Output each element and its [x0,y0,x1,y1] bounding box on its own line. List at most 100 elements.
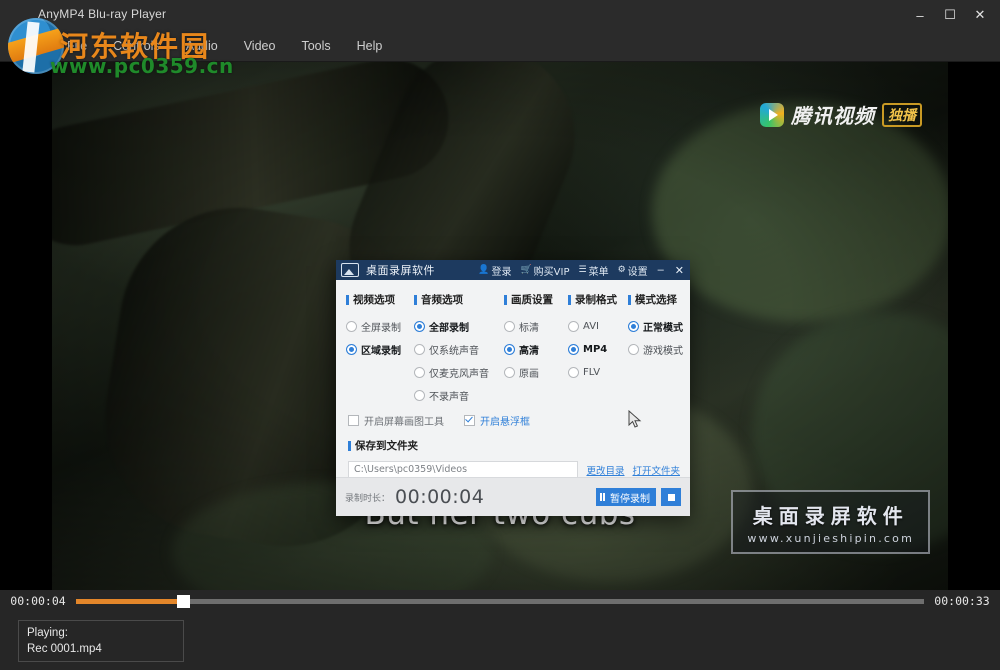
window-title: AnyMP4 Blu-ray Player [38,7,166,21]
menu-button[interactable]: ☰ 菜单 [579,263,609,278]
radio-label: 游戏模式 [643,342,683,357]
screen-recorder-dialog[interactable]: 桌面录屏软件 👤 登录 🛒 购买VIP ☰ 菜单 ⚙ [336,260,690,516]
radio-microphone-only[interactable]: 仅麦克风声音 [414,361,504,384]
radio-region-record[interactable]: 区域录制 [346,338,414,361]
radio-label: FLV [583,367,600,378]
open-folder-link[interactable]: 打开文件夹 [632,463,680,477]
radio-label: 高清 [519,342,539,357]
radio-fullscreen-record[interactable]: 全屏录制 [346,315,414,338]
gear-icon: ⚙ [618,265,626,275]
radio-mode-game[interactable]: 游戏模式 [628,338,690,361]
video-watermark-url: www.xunjieshipin.com [747,532,914,545]
group-heading: 录制格式 [568,292,628,307]
menu-tools[interactable]: Tools [288,34,343,58]
recorder-titlebar: 桌面录屏软件 👤 登录 🛒 购买VIP ☰ 菜单 ⚙ [336,260,690,280]
cart-icon: 🛒 [520,265,531,275]
total-time: 00:00:33 [924,594,1000,608]
radio-icon [414,367,425,378]
radio-icon [568,367,579,378]
progress-handle[interactable] [177,595,190,608]
group-mode-select-heading: 模式选择 [635,292,677,307]
radio-no-audio[interactable]: 不录声音 [414,384,504,407]
duration-value: 00:00:04 [395,486,484,508]
checkbox-floating-box[interactable]: 开启悬浮框 [464,413,530,428]
heading-bar [346,295,349,305]
radio-label: 原画 [519,365,539,380]
minimize-button[interactable]: – [906,2,934,28]
radio-icon [414,344,425,355]
radio-icon [504,321,515,332]
radio-quality-standard[interactable]: 标清 [504,315,568,338]
radio-mode-normal[interactable]: 正常模式 [628,315,690,338]
stop-recording-button[interactable] [661,488,681,506]
checkbox-label: 开启悬浮框 [480,413,530,428]
user-icon: 👤 [478,265,489,275]
progress-track[interactable] [76,599,924,604]
exclusive-badge: 独播 [882,103,922,127]
play-triangle-icon [760,103,784,127]
radio-label: 全屏录制 [361,319,401,334]
save-folder-heading-row: 保存到文件夹 [336,428,690,453]
radio-format-avi[interactable]: AVI [568,315,628,338]
checkbox-screen-draw-tool[interactable]: 开启屏幕画图工具 [348,413,444,428]
radio-label: MP4 [583,344,607,355]
recorder-titlebar-actions: 👤 登录 🛒 购买VIP ☰ 菜单 ⚙ 设置 – [478,263,685,278]
group-mode-select: 模式选择 正常模式 游戏模式 [628,292,690,407]
save-path-row: C:\Users\pc0359\Videos 更改目录 打开文件夹 [336,453,690,478]
close-button[interactable]: ✕ [966,2,994,28]
login-button[interactable]: 👤 登录 [478,263,511,278]
save-path-input[interactable]: C:\Users\pc0359\Videos [348,461,578,478]
recorder-close-button[interactable]: ✕ [674,264,685,277]
mouse-cursor-icon [628,410,642,430]
menu-label: 菜单 [589,263,609,278]
menu-help[interactable]: Help [344,34,396,58]
player-window: AnyMP4 Blu-ray Player – ☐ ✕ File Control… [0,0,1000,670]
change-directory-link[interactable]: 更改目录 [586,463,624,477]
group-video-options-heading: 视频选项 [353,292,395,307]
radio-format-mp4[interactable]: MP4 [568,338,628,361]
settings-button[interactable]: ⚙ 设置 [618,263,648,278]
now-playing-label: Playing: [27,625,175,641]
radio-quality-original[interactable]: 原画 [504,361,568,384]
radio-icon-selected [504,344,515,355]
recorder-footer: 录制时长： 00:00:04 暂停录制 [336,477,690,516]
stop-icon [668,494,675,501]
buy-vip-button[interactable]: 🛒 购买VIP [520,263,569,278]
radio-system-audio-only[interactable]: 仅系统声音 [414,338,504,361]
radio-label: 全部录制 [429,319,469,334]
heading-bar [628,295,631,305]
radio-record-all-audio[interactable]: 全部录制 [414,315,504,338]
tencent-logo-text: 腾讯视频 [791,100,875,129]
pause-recording-button[interactable]: 暂停录制 [596,488,657,506]
heading-bar [414,295,417,305]
radio-quality-hd[interactable]: 高清 [504,338,568,361]
group-heading: 画质设置 [504,292,568,307]
recorder-body: 视频选项 全屏录制 区域录制 [336,280,690,516]
duration-label: 录制时长： [345,491,390,504]
radio-icon [568,321,579,332]
settings-label: 设置 [628,263,648,278]
checkbox-label: 开启屏幕画图工具 [364,413,444,428]
radio-label: 正常模式 [643,319,683,334]
current-time: 00:00:04 [0,594,76,608]
group-record-format-heading: 录制格式 [575,292,617,307]
menu-controls[interactable]: Controls [100,34,173,58]
maximize-button[interactable]: ☐ [936,2,964,28]
pause-recording-label: 暂停录制 [610,490,650,505]
now-playing-file: Rec 0001.mp4 [27,641,175,657]
radio-format-flv[interactable]: FLV [568,361,628,384]
menu-video[interactable]: Video [231,34,289,58]
save-folder-heading: 保存到文件夹 [355,438,418,453]
heading-bar [348,441,351,451]
group-quality-settings-heading: 画质设置 [511,292,553,307]
menu-file[interactable]: File [54,34,100,58]
seek-bar: 00:00:04 00:00:33 [0,590,1000,612]
hamburger-icon: ☰ [579,265,587,275]
radio-label: 标清 [519,319,539,334]
radio-icon-selected [414,321,425,332]
recorder-minimize-button[interactable]: – [657,264,665,276]
video-watermark-title: 桌面录屏软件 [747,500,914,529]
recorder-title: 桌面录屏软件 [366,262,435,278]
recorder-option-groups: 视频选项 全屏录制 区域录制 [336,280,690,407]
menu-audio[interactable]: Audio [173,34,231,58]
